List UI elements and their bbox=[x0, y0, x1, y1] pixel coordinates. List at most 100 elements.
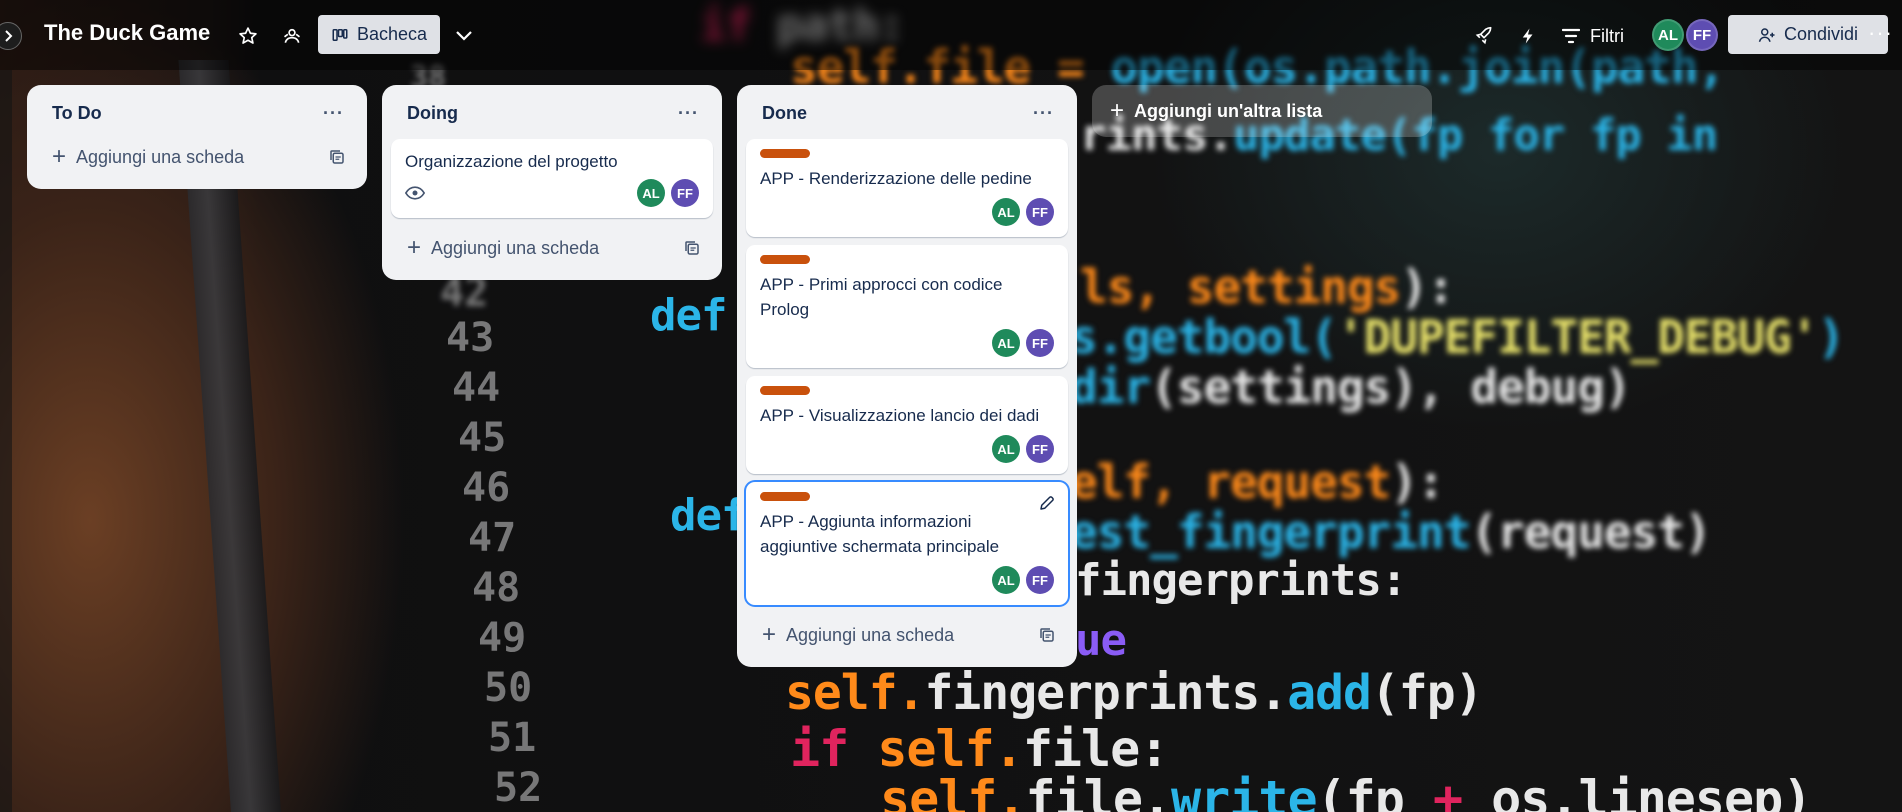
card[interactable]: Organizzazione del progetto AL FF bbox=[391, 139, 713, 218]
avatar[interactable]: FF bbox=[1026, 435, 1054, 463]
add-list-button[interactable]: + Aggiungi un'altra lista bbox=[1092, 85, 1432, 137]
share-label: Condividi bbox=[1783, 24, 1859, 44]
card-footer: AL FF bbox=[405, 178, 699, 208]
list-done: Done ··· APP - Renderizzazione delle ped… bbox=[737, 85, 1077, 667]
avatar[interactable]: AL bbox=[992, 435, 1020, 463]
card-title: APP - Primi approcci con codice Prolog bbox=[760, 275, 1003, 319]
automation-button[interactable] bbox=[1512, 20, 1544, 52]
card-footer: AL FF bbox=[760, 197, 1054, 227]
card-selected[interactable]: APP - Aggiunta informazioni aggiuntive s… bbox=[746, 482, 1068, 605]
avatar[interactable]: FF bbox=[1686, 19, 1718, 51]
list-menu-icon[interactable]: ··· bbox=[323, 103, 344, 124]
card-label[interactable] bbox=[760, 255, 810, 264]
list-header: To Do ··· bbox=[36, 95, 358, 131]
add-card-button[interactable]: + Aggiungi una scheda bbox=[746, 615, 1068, 655]
card[interactable]: APP - Visualizzazione lancio dei dadi AL… bbox=[746, 376, 1068, 474]
power-ups-button[interactable] bbox=[1468, 20, 1500, 52]
card-title: APP - Aggiunta informazioni aggiuntive s… bbox=[760, 512, 1000, 556]
avatar[interactable]: AL bbox=[637, 179, 665, 207]
avatar[interactable]: AL bbox=[992, 198, 1020, 226]
card-label[interactable] bbox=[760, 149, 810, 158]
background-line-number: 52 bbox=[494, 765, 543, 811]
star-icon bbox=[239, 27, 257, 44]
list-title[interactable]: Done bbox=[762, 103, 807, 124]
rocket-icon bbox=[1475, 26, 1492, 45]
plus-icon: + bbox=[52, 143, 67, 170]
add-card-label: Aggiungi una scheda bbox=[431, 237, 600, 258]
background-code: self.fingerprints.add(fp) bbox=[785, 665, 1483, 721]
view-switcher-button[interactable] bbox=[448, 20, 480, 52]
card-title: APP - Visualizzazione lancio dei dadi bbox=[760, 406, 1040, 425]
card-footer: AL FF bbox=[760, 434, 1054, 464]
card-members: AL FF bbox=[992, 566, 1054, 594]
add-list-label: Aggiungi un'altra lista bbox=[1134, 100, 1323, 121]
pencil-icon[interactable] bbox=[1038, 494, 1056, 512]
plus-icon: + bbox=[407, 234, 422, 261]
background-code: ue bbox=[1075, 615, 1127, 666]
background-line-number: 44 bbox=[452, 365, 501, 411]
background-line-number: 43 bbox=[446, 315, 495, 361]
card[interactable]: APP - Primi approcci con codice Prolog A… bbox=[746, 245, 1068, 368]
team-visibility-icon bbox=[284, 28, 300, 43]
background-line-number: 45 bbox=[458, 415, 507, 461]
board-members: AL FF bbox=[1652, 19, 1718, 51]
visibility-button[interactable] bbox=[276, 20, 308, 52]
background-code: fingerprints: bbox=[1075, 555, 1407, 606]
card-members: AL FF bbox=[992, 435, 1054, 463]
avatar[interactable]: FF bbox=[671, 179, 699, 207]
card-template-icon[interactable] bbox=[328, 148, 346, 166]
background-code: s.getbool('DUPEFILTER_DEBUG') bbox=[1070, 310, 1845, 364]
background-code: dir(settings), debug) bbox=[1070, 360, 1632, 414]
avatar[interactable]: AL bbox=[992, 329, 1020, 357]
avatar[interactable]: AL bbox=[992, 566, 1020, 594]
background-line-number: 49 bbox=[478, 615, 527, 661]
card-title: Organizzazione del progetto bbox=[405, 152, 618, 171]
add-card-button[interactable]: + Aggiungi una scheda bbox=[391, 228, 713, 268]
background-line-number: 46 bbox=[462, 465, 511, 511]
left-sidebar-rail bbox=[0, 70, 12, 812]
plus-icon: + bbox=[762, 621, 777, 648]
filter-button[interactable]: Filtri bbox=[1562, 20, 1624, 52]
lightning-icon bbox=[1522, 28, 1533, 44]
list-todo: To Do ··· + Aggiungi una scheda bbox=[27, 85, 367, 189]
add-card-button[interactable]: + Aggiungi una scheda bbox=[36, 137, 358, 177]
avatar[interactable]: AL bbox=[1652, 19, 1684, 51]
filter-label: Filtri bbox=[1590, 25, 1624, 46]
list-title[interactable]: To Do bbox=[52, 103, 102, 124]
background-code: elf, request): bbox=[1070, 455, 1445, 509]
board-view-button[interactable]: Bacheca bbox=[318, 15, 440, 54]
card-members: AL FF bbox=[992, 329, 1054, 357]
card[interactable]: APP - Renderizzazione delle pedine AL FF bbox=[746, 139, 1068, 237]
list-title[interactable]: Doing bbox=[407, 103, 458, 124]
list-menu-icon[interactable]: ··· bbox=[678, 103, 699, 124]
plus-icon: + bbox=[1110, 97, 1125, 124]
card-template-icon[interactable] bbox=[683, 239, 701, 257]
expand-sidebar-button[interactable] bbox=[0, 22, 22, 50]
add-person-icon bbox=[1758, 27, 1775, 42]
background-code: def bbox=[670, 490, 747, 541]
star-button[interactable] bbox=[232, 20, 264, 52]
background-code: self.file.write(fp + os.linesep) bbox=[880, 770, 1812, 812]
share-button[interactable]: Condividi bbox=[1728, 15, 1888, 54]
card-label[interactable] bbox=[760, 386, 810, 395]
card-footer: AL FF bbox=[760, 565, 1054, 595]
board-title[interactable]: The Duck Game bbox=[44, 20, 210, 46]
chevron-right-icon bbox=[5, 30, 13, 42]
card-label[interactable] bbox=[760, 492, 810, 501]
board-menu-button[interactable]: ··· bbox=[1868, 20, 1893, 46]
avatar[interactable]: FF bbox=[1026, 198, 1054, 226]
card-members: AL FF bbox=[637, 179, 699, 207]
avatar[interactable]: FF bbox=[1026, 329, 1054, 357]
background-line-number: 48 bbox=[472, 565, 521, 611]
card-template-icon[interactable] bbox=[1038, 626, 1056, 644]
eye-icon bbox=[405, 186, 425, 200]
add-card-label: Aggiungi una scheda bbox=[786, 624, 955, 645]
chevron-down-icon bbox=[456, 31, 472, 41]
list-header: Done ··· bbox=[746, 95, 1068, 131]
background-line-number: 47 bbox=[468, 515, 517, 561]
list-menu-icon[interactable]: ··· bbox=[1033, 103, 1054, 124]
background-code: def bbox=[650, 290, 727, 341]
card-footer: AL FF bbox=[760, 328, 1054, 358]
avatar[interactable]: FF bbox=[1026, 566, 1054, 594]
background-line-number: 50 bbox=[484, 665, 533, 711]
